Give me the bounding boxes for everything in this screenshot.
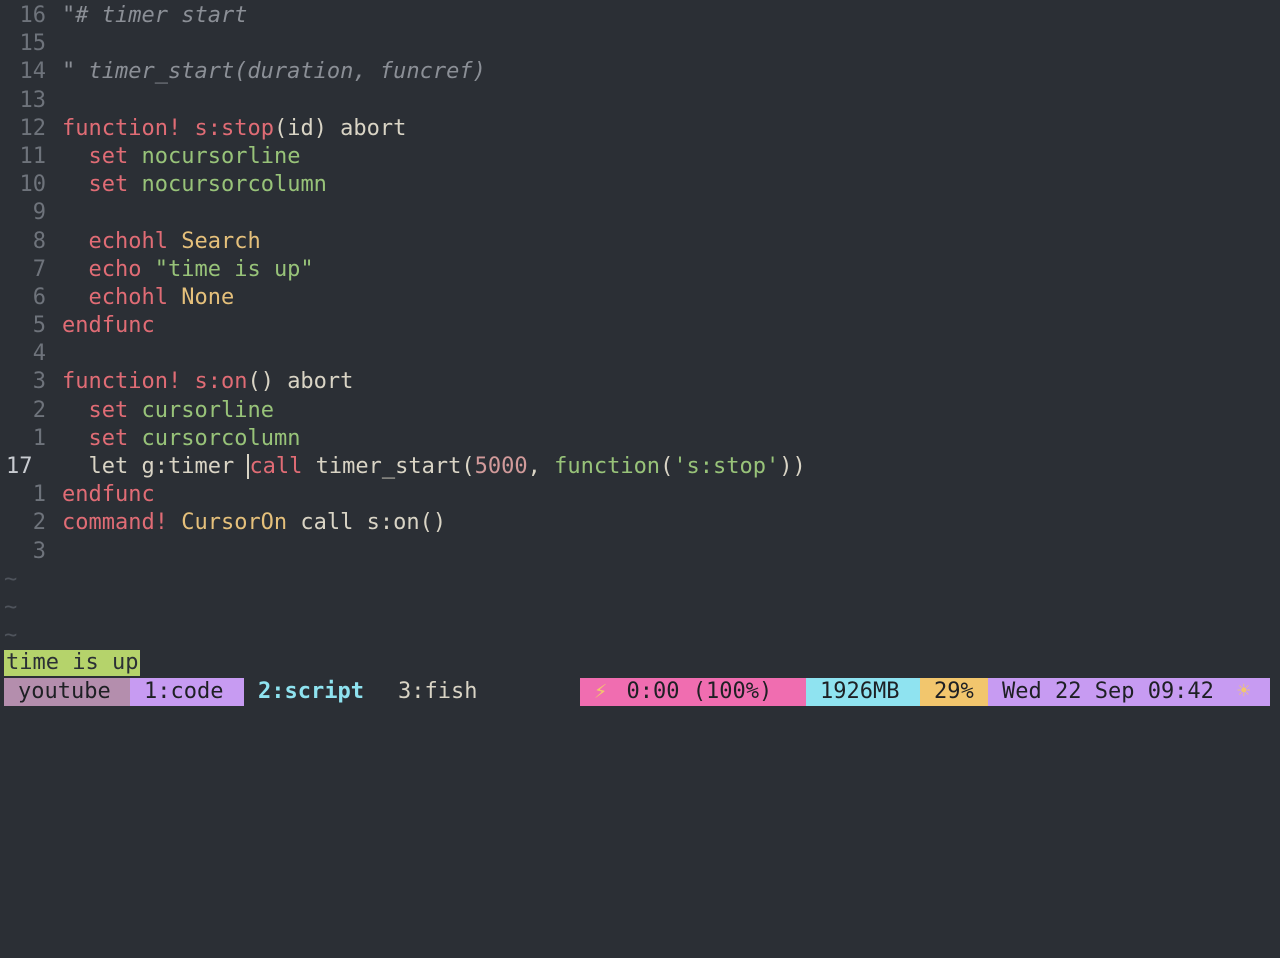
line-number: 7 (32, 256, 46, 282)
line-number: 4 (32, 341, 46, 367)
line-number: 9 (32, 200, 46, 226)
code-text: echohl None (88, 284, 235, 310)
session-name: youtube (4, 678, 130, 706)
code-line[interactable]: 3 function! s:on() abort (0, 368, 1270, 396)
line-number: 3 (32, 369, 46, 395)
battery-status: ⚡ 0:00 (100%) (580, 678, 806, 706)
line-number: 13 (19, 87, 47, 113)
cpu-status: 29% (920, 678, 988, 706)
code-line[interactable]: 6 echohl None (0, 284, 1270, 312)
empty-buffer-line: ~ (4, 566, 18, 592)
line-number: 2 (32, 397, 46, 423)
line-number: 6 (32, 284, 46, 310)
empty-buffer-line: ~ (4, 623, 18, 649)
tab-code[interactable]: 1:code (130, 678, 244, 706)
code-line[interactable]: 12 function! s:stop(id) abort (0, 115, 1270, 143)
tab-script[interactable]: 2:script (244, 678, 384, 706)
code-line[interactable]: 2 set cursorline (0, 397, 1270, 425)
code-text: echo "time is up" (88, 256, 314, 282)
code-text: function! s:stop(id) abort (62, 115, 407, 141)
line-number: 16 (19, 3, 47, 28)
memory-status: 1926MB (806, 678, 920, 706)
code-text: set nocursorline (88, 143, 301, 169)
code-line[interactable]: 5 endfunc (0, 312, 1270, 340)
code-line[interactable]: 14 " timer_start(duration, funcref) (0, 58, 1270, 86)
line-number: 14 (19, 59, 47, 85)
code-text: echohl Search (88, 228, 261, 254)
line-number: 11 (19, 143, 47, 169)
terminal-screen: 16 "# timer start 15 14 " timer_start(durati… (0, 0, 1280, 720)
code-line[interactable]: 1 set cursorcolumn (0, 425, 1270, 453)
command-message: time is up (4, 650, 141, 676)
code-line[interactable]: 15 (0, 30, 1270, 58)
code-line[interactable]: 7 echo "time is up" (0, 256, 1270, 284)
code-line[interactable]: 17 let g:timer call timer_start(5000, fu… (0, 453, 1270, 481)
code-text: endfunc (62, 313, 155, 339)
code-text: set nocursorcolumn (88, 172, 327, 198)
vim-editor[interactable]: 16 "# timer start 15 14 " timer_start(durati… (0, 2, 1270, 650)
code-line[interactable]: 2 command! CursorOn call s:on() (0, 509, 1270, 537)
empty-buffer-line: ~ (4, 594, 18, 620)
code-text: let g:timer call timer_start(5000, funct… (62, 454, 806, 479)
tab-fish[interactable]: 3:fish (384, 678, 580, 706)
line-number: 3 (32, 538, 46, 564)
datetime-status: Wed 22 Sep 09:42 ☀ (988, 678, 1270, 706)
line-number: 17 (6, 454, 33, 479)
sun-icon: ☀ (1237, 679, 1251, 704)
code-text: set cursorline (88, 397, 274, 423)
code-line[interactable]: 9 (0, 199, 1270, 227)
code-text: command! CursorOn call s:on() (62, 510, 447, 536)
line-number: 8 (32, 228, 46, 254)
code-line[interactable]: 16 "# timer start (0, 2, 1270, 30)
code-line[interactable]: 11 set nocursorline (0, 143, 1270, 171)
line-number: 10 (19, 172, 47, 198)
text-cursor: call (247, 454, 303, 479)
code-line[interactable]: 10 set nocursorcolumn (0, 171, 1270, 199)
line-number: 12 (19, 115, 47, 141)
code-line[interactable]: 1 endfunc (0, 481, 1270, 509)
line-number: 15 (19, 31, 47, 57)
code-line[interactable]: 13 (0, 87, 1270, 115)
code-text: endfunc (62, 482, 155, 508)
code-text: "# timer start (62, 3, 248, 28)
line-number: 2 (32, 510, 46, 536)
code-text: " timer_start(duration, funcref) (62, 59, 486, 85)
line-number: 5 (32, 313, 46, 339)
lightning-icon: ⚡ (594, 679, 608, 704)
code-text: function! s:on() abort (62, 369, 354, 395)
tmux-status-bar: youtube 1:code 2:script 3:fish ⚡ 0:00 (1… (0, 678, 1280, 706)
code-line[interactable]: 4 (0, 340, 1270, 368)
line-number: 1 (32, 425, 46, 451)
code-line[interactable]: 3 (0, 538, 1270, 566)
code-line[interactable]: 8 echohl Search (0, 228, 1270, 256)
line-number: 1 (32, 482, 46, 508)
code-text: set cursorcolumn (88, 425, 301, 451)
